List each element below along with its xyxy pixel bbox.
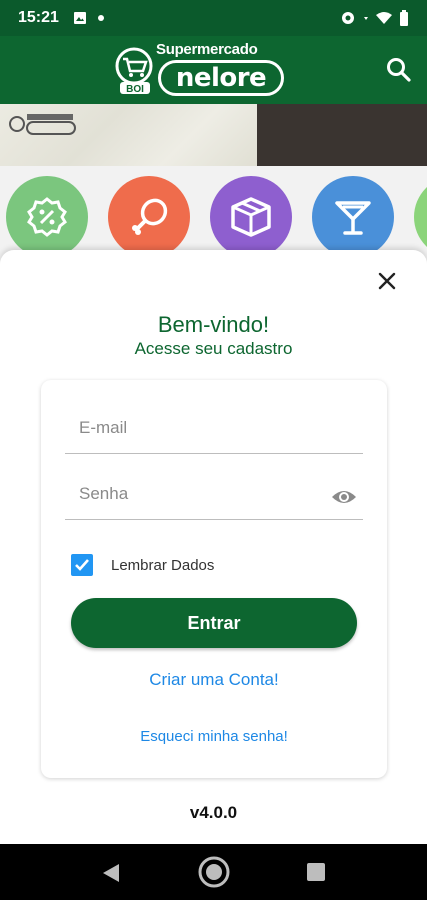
status-bar: 15:21 — [0, 0, 427, 36]
remember-data-row[interactable]: Lembrar Dados — [71, 554, 214, 576]
status-time: 15:21 — [18, 9, 59, 26]
app-bar: BOI Supermercado nelore — [0, 36, 427, 104]
app-screen: 15:21 BOI Supermercado nelore Bem-vindo!… — [0, 0, 427, 900]
welcome-title: Bem-vindo! — [157, 312, 270, 337]
category-packaged[interactable] — [210, 176, 292, 258]
email-input[interactable] — [79, 418, 319, 438]
search-icon[interactable] — [385, 56, 413, 84]
forgot-password-link[interactable]: Esqueci minha senha! — [41, 728, 387, 745]
password-input[interactable] — [79, 484, 319, 504]
recents-square-icon[interactable] — [307, 863, 325, 881]
remember-checkbox[interactable] — [71, 554, 93, 576]
close-icon[interactable] — [376, 270, 398, 292]
battery-icon — [400, 10, 408, 26]
discount-badge-icon — [27, 197, 67, 237]
status-system-icons — [339, 10, 409, 26]
system-nav-bar — [0, 844, 427, 900]
vpn-key-icon — [342, 12, 354, 24]
promo-banner[interactable] — [0, 104, 427, 166]
banner-slide-left — [0, 104, 257, 166]
app-version: v4.0.0 — [189, 803, 238, 822]
logo-main-text: nelore — [158, 60, 284, 96]
image-icon — [73, 12, 86, 24]
category-meats[interactable] — [108, 176, 190, 258]
login-card: Lembrar Dados Entrar Criar uma Conta! Es… — [41, 380, 387, 778]
back-triangle-icon[interactable] — [101, 863, 121, 883]
remember-label: Lembrar Dados — [111, 556, 215, 574]
cocktail-glass-icon — [335, 201, 371, 235]
banner-logo-icon — [9, 114, 76, 135]
logo-top-text: Supermercado — [156, 41, 258, 58]
checkmark-icon — [75, 559, 89, 571]
email-field[interactable] — [65, 392, 363, 454]
banner-slide-right — [257, 104, 427, 166]
shopping-cart-logo-icon: BOI — [115, 47, 153, 95]
visibility-eye-icon[interactable] — [331, 488, 357, 506]
chicken-leg-icon — [132, 198, 168, 235]
create-account-link[interactable]: Criar uma Conta! — [41, 670, 387, 690]
dot-icon — [97, 15, 104, 21]
login-button[interactable]: Entrar — [71, 598, 357, 648]
password-field[interactable] — [65, 458, 363, 520]
home-circle-icon[interactable] — [198, 856, 230, 888]
wifi-icon — [376, 12, 392, 24]
status-notifications — [73, 11, 105, 25]
brand-logo: BOI Supermercado nelore — [114, 40, 286, 100]
box-icon — [231, 197, 271, 237]
category-discounts[interactable] — [6, 176, 88, 258]
logo-badge-text: BOI — [126, 84, 144, 95]
welcome-subtitle: Acesse seu cadastro — [134, 339, 293, 358]
category-partial[interactable] — [414, 176, 427, 258]
signal-dot-icon — [364, 17, 368, 20]
category-drinks[interactable] — [312, 176, 394, 258]
